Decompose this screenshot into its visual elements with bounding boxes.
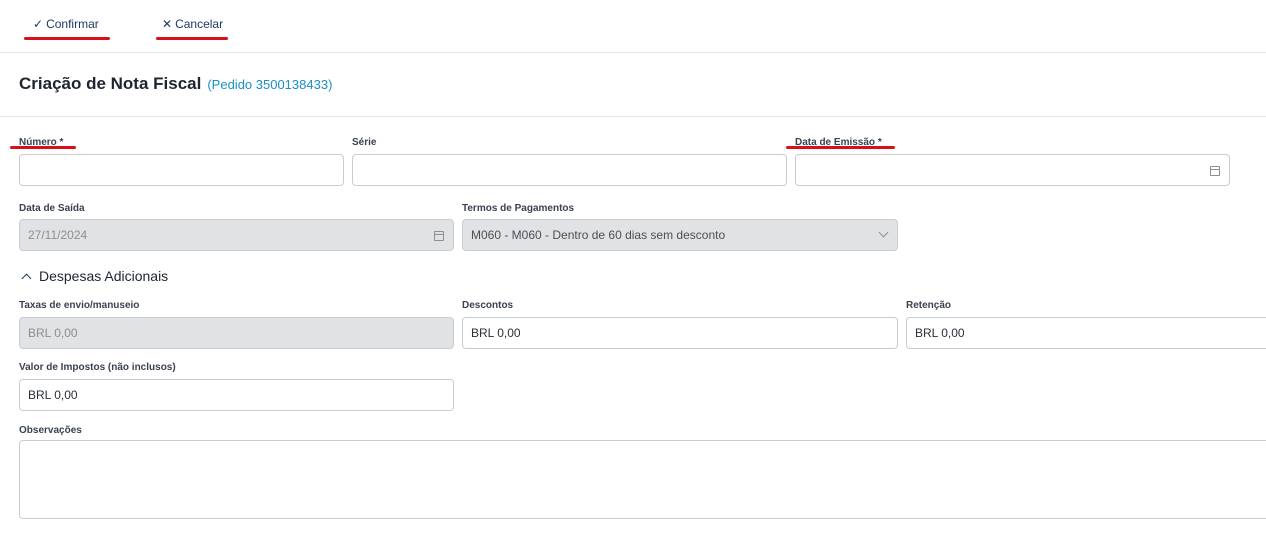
confirm-button[interactable]: ✓ Confirmar [33, 17, 99, 31]
observacoes-textarea[interactable] [19, 440, 1266, 519]
data-emissao-input[interactable] [795, 154, 1230, 186]
section-toggle-despesas[interactable]: Despesas Adicionais [19, 268, 168, 284]
serie-input[interactable] [352, 154, 787, 186]
calendar-icon [434, 231, 444, 241]
close-icon: ✕ [162, 17, 173, 31]
impostos-input[interactable] [19, 379, 454, 411]
taxas-input: BRL 0,00 [19, 317, 454, 349]
cancel-label: Cancelar [175, 17, 224, 31]
impostos-label: Valor de Impostos (não inclusos) [19, 362, 176, 373]
retencao-label: Retenção [906, 300, 952, 311]
confirm-label: Confirmar [46, 17, 99, 31]
taxas-label: Taxas de envio/manuseio [19, 300, 140, 311]
serie-label: Série [352, 137, 377, 148]
observacoes-label: Observações [19, 425, 82, 436]
highlight-underline [10, 146, 76, 149]
check-icon: ✓ [33, 17, 44, 31]
descontos-input[interactable] [462, 317, 898, 349]
order-link[interactable]: (Pedido 3500138433) [207, 77, 332, 92]
data-saida-input: 27/11/2024 [19, 219, 454, 251]
highlight-underline [24, 37, 110, 40]
retencao-input[interactable] [906, 317, 1266, 349]
page-title: Criação de Nota Fiscal [19, 74, 202, 93]
termos-select: M060 - M060 - Dentro de 60 dias sem desc… [462, 219, 898, 251]
calendar-icon[interactable] [1210, 166, 1220, 176]
data-saida-label: Data de Saída [19, 203, 85, 214]
termos-value: M060 - M060 - Dentro de 60 dias sem desc… [471, 228, 726, 242]
section-title: Despesas Adicionais [39, 268, 169, 284]
chevron-down-icon [878, 227, 889, 238]
taxas-value: BRL 0,00 [28, 326, 78, 340]
data-saida-value: 27/11/2024 [28, 228, 88, 242]
divider [0, 116, 1266, 117]
highlight-underline [156, 37, 228, 40]
descontos-label: Descontos [462, 300, 514, 311]
highlight-underline [786, 146, 895, 149]
cancel-button[interactable]: ✕ Cancelar [162, 17, 223, 31]
chevron-up-icon [21, 273, 32, 284]
termos-label: Termos de Pagamentos [462, 203, 575, 214]
numero-input[interactable] [19, 154, 344, 186]
toolbar: ✓ Confirmar ✕ Cancelar [0, 0, 1266, 53]
page-header: Criação de Nota Fiscal (Pedido 3500138433… [19, 74, 332, 94]
